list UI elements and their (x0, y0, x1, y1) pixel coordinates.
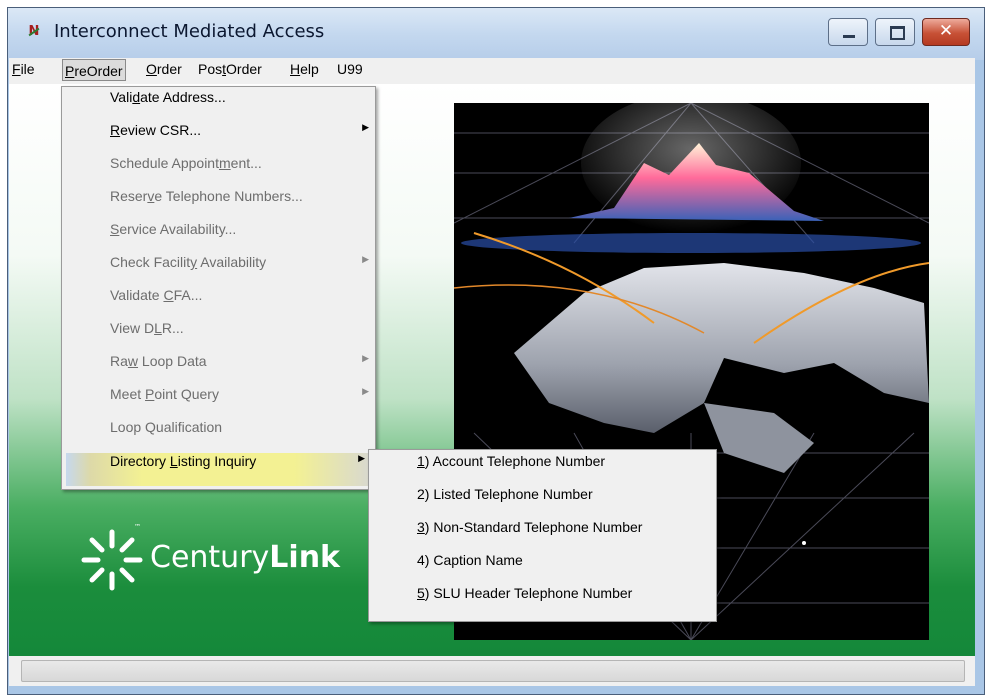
status-bar (21, 660, 965, 682)
submenu-arrow-icon: ▶ (362, 254, 369, 264)
maximize-button[interactable] (875, 18, 915, 46)
menu-item-service-availability: Service Availability... (110, 221, 237, 237)
menu-item-meet-point-query: Meet Point Query ▶ (110, 386, 369, 402)
centurylink-burst-icon (81, 529, 143, 591)
submenu-item-account-telephone-number[interactable]: 1) Account Telephone Number (369, 453, 716, 486)
menu-item-check-facility-availability: Check Facility Availability ▶ (110, 254, 369, 270)
menu-bar: File PreOrder Order PostOrder Help U99 (9, 58, 975, 84)
menu-item-review-csr[interactable]: Review CSR... ▶ (62, 122, 375, 155)
window-title: Interconnect Mediated Access (54, 21, 325, 42)
close-button[interactable]: ✕ (922, 18, 970, 46)
menu-u99[interactable]: U99 (337, 61, 363, 81)
submenu-arrow-icon: ▶ (358, 453, 365, 463)
menu-help[interactable]: Help (290, 61, 319, 81)
maximize-icon (890, 26, 905, 40)
menu-item-validate-cfa: Validate CFA... (110, 287, 203, 303)
minimize-button[interactable] (828, 18, 868, 46)
menu-item-loop-qualification: Loop Qualification (110, 419, 223, 435)
close-icon: ✕ (938, 21, 954, 41)
submenu-item-non-standard-telephone-number[interactable]: 3) Non-Standard Telephone Number (369, 519, 716, 552)
menu-item-view-dlr: View DLR... (110, 320, 184, 336)
menu-item-validate-address[interactable]: Validate Address... (62, 89, 375, 122)
directory-listing-submenu: 1) Account Telephone Number 2) Listed Te… (368, 449, 717, 622)
submenu-item-caption-name[interactable]: 4) Caption Name (369, 552, 716, 585)
minimize-icon (843, 35, 855, 38)
menu-item-directory-listing-inquiry[interactable]: Directory Listing Inquiry ▶ (66, 453, 371, 486)
submenu-arrow-icon: ▶ (362, 353, 369, 363)
menu-order[interactable]: Order (146, 61, 182, 81)
preorder-dropdown-menu: Validate Address... Review CSR... ▶ Sched… (61, 86, 376, 490)
submenu-arrow-icon: ▶ (362, 386, 369, 396)
trademark-symbol: ™ (134, 523, 141, 531)
submenu-item-slu-header-telephone-number[interactable]: 5) SLU Header Telephone Number (369, 585, 716, 618)
menu-item-schedule-appointment: Schedule Appointment... (110, 155, 262, 171)
menu-item-reserve-telephone-numbers: Reserve Telephone Numbers... (110, 188, 303, 204)
menu-file[interactable]: File (12, 61, 35, 81)
status-area (9, 656, 975, 686)
title-bar[interactable]: N Interconnect Mediated Access ✕ (8, 8, 984, 60)
menu-item-raw-loop-data: Raw Loop Data ▶ (110, 353, 369, 369)
menu-preorder[interactable]: PreOrder (62, 59, 126, 81)
app-icon[interactable]: N (26, 24, 42, 40)
menu-postorder[interactable]: PostOrder (198, 61, 262, 81)
brand-name: CenturyLink (150, 540, 341, 575)
submenu-arrow-icon: ▶ (362, 122, 369, 132)
submenu-item-listed-telephone-number[interactable]: 2) Listed Telephone Number (369, 486, 716, 519)
